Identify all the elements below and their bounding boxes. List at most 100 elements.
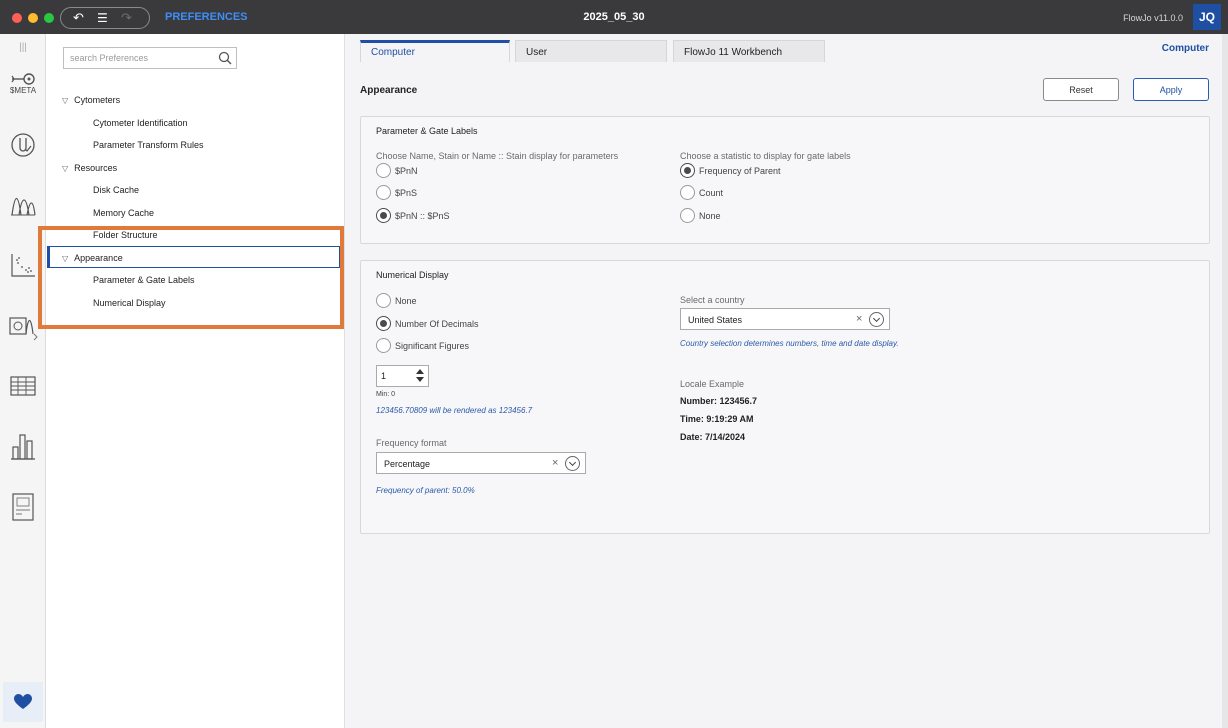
radio-label: Frequency of Parent <box>699 165 781 176</box>
rail-meta-label: $META <box>9 86 37 95</box>
chevron-down-icon[interactable] <box>869 312 884 327</box>
minimize-window-button[interactable] <box>28 13 38 23</box>
rail-item-report[interactable] <box>0 492 46 522</box>
tree-group-label: Appearance <box>74 253 123 263</box>
histogram-peaks-icon <box>11 197 36 216</box>
chevron-down-icon[interactable] <box>565 456 580 471</box>
bar-chart-icon <box>11 434 35 460</box>
tree-item-disk-cache[interactable]: Disk Cache <box>93 185 139 195</box>
radio-significant-figures[interactable]: Significant Figures <box>376 338 469 353</box>
collapse-triangle-icon[interactable]: ▽ <box>62 254 68 263</box>
radio-frequency-of-parent[interactable]: Frequency of Parent <box>680 163 781 178</box>
title-bar: ↶ ☰ ↷ PREFERENCES 2025_05_30 FlowJo v11.… <box>0 0 1228 34</box>
radio-button[interactable] <box>376 185 391 200</box>
tree-item-cytometer-identification[interactable]: Cytometer Identification <box>93 118 188 128</box>
locale-time: Time: 9:19:29 AM <box>680 414 754 424</box>
rail-item-charts[interactable] <box>0 431 46 461</box>
radio-none-numeric[interactable]: None <box>376 293 417 308</box>
parameter-gate-labels-panel: Parameter & Gate Labels Choose Name, Sta… <box>360 116 1210 244</box>
radio-label: $PnN <box>395 165 418 176</box>
parameter-name-prompt: Choose Name, Stain or Name :: Stain disp… <box>376 151 619 161</box>
collapse-triangle-icon[interactable]: ▽ <box>62 96 68 105</box>
redo-icon[interactable]: ↷ <box>121 10 132 26</box>
user-avatar[interactable]: JQ <box>1193 4 1221 30</box>
tree-item-parameter-transform-rules[interactable]: Parameter Transform Rules <box>93 140 204 150</box>
scope-label: Computer <box>1161 43 1209 54</box>
tab-user[interactable]: User <box>515 40 667 62</box>
radio-button[interactable] <box>376 293 391 308</box>
tree-group-cytometers[interactable]: ▽ Cytometers <box>62 95 120 105</box>
radio-label: Number Of Decimals <box>395 318 479 329</box>
search-icon[interactable] <box>218 51 232 65</box>
radio-number-of-decimals[interactable]: Number Of Decimals <box>376 316 479 331</box>
history-list-icon[interactable]: ☰ <box>97 10 108 26</box>
app-title[interactable]: PREFERENCES <box>165 11 248 23</box>
tree-group-appearance[interactable]: ▽ Appearance <box>62 253 123 263</box>
radio-label: $PnN :: $PnS <box>395 210 450 221</box>
radio-button-selected[interactable] <box>680 163 695 178</box>
clear-icon[interactable]: × <box>552 457 558 469</box>
rail-item-scatter[interactable] <box>0 252 46 278</box>
gate-stat-prompt: Choose a statistic to display for gate l… <box>680 151 851 161</box>
radio-button-selected[interactable] <box>376 316 391 331</box>
country-label: Select a country <box>680 295 745 305</box>
tree-group-resources[interactable]: ▽ Resources <box>62 163 117 173</box>
radio-button[interactable] <box>376 163 391 178</box>
zoom-window-button[interactable] <box>44 13 54 23</box>
tree-group-label: Cytometers <box>74 95 121 105</box>
heart-icon <box>14 694 32 709</box>
decimals-input[interactable] <box>377 366 413 386</box>
frequency-format-select[interactable]: Percentage × <box>376 452 586 474</box>
tree-item-numerical-display[interactable]: Numerical Display <box>93 298 166 308</box>
tree-item-parameter-gate-labels[interactable]: Parameter & Gate Labels <box>93 275 195 285</box>
rail-item-layout[interactable] <box>0 312 46 342</box>
radio-count[interactable]: Count <box>680 185 723 200</box>
tree-item-memory-cache[interactable]: Memory Cache <box>93 208 154 218</box>
stepper-down-icon[interactable] <box>416 377 424 382</box>
test-tube-icon <box>11 133 35 157</box>
apply-button[interactable]: Apply <box>1133 78 1209 101</box>
scatter-plot-icon <box>11 254 35 277</box>
radio-pnn-pns[interactable]: $PnN :: $PnS <box>376 208 450 223</box>
country-hint: Country selection determines numbers, ti… <box>680 339 899 348</box>
radio-button[interactable] <box>680 185 695 200</box>
rail-item-histograms[interactable] <box>0 191 46 217</box>
rail-item-table[interactable] <box>0 375 46 397</box>
search-box <box>63 47 237 69</box>
numerical-display-panel: Numerical Display None Number Of Decimal… <box>360 260 1210 534</box>
frequency-format-label: Frequency format <box>376 438 447 448</box>
favorites-button[interactable] <box>3 682 43 722</box>
min-label: Min: 0 <box>376 391 396 398</box>
radio-button-selected[interactable] <box>376 208 391 223</box>
country-select[interactable]: United States × <box>680 308 890 330</box>
radio-button[interactable] <box>376 338 391 353</box>
tab-flowjo-workbench[interactable]: FlowJo 11 Workbench <box>673 40 825 62</box>
meta-key-icon <box>11 73 35 85</box>
close-window-button[interactable] <box>12 13 22 23</box>
window-edge <box>1222 34 1228 728</box>
clear-icon[interactable]: × <box>856 313 862 325</box>
locale-example-title: Locale Example <box>680 379 745 389</box>
tree-item-folder-structure[interactable]: Folder Structure <box>93 230 158 240</box>
frequency-hint: Frequency of parent: 50.0% <box>376 486 475 495</box>
reset-button[interactable]: Reset <box>1043 78 1119 101</box>
undo-icon[interactable]: ↶ <box>73 10 84 26</box>
page-title: Appearance <box>360 85 418 96</box>
stepper-up-icon[interactable] <box>416 369 424 374</box>
radio-button[interactable] <box>680 208 695 223</box>
history-controls: ↶ ☰ ↷ <box>60 7 150 29</box>
stepper-arrows-icon[interactable] <box>416 369 424 383</box>
collapse-triangle-icon[interactable]: ▽ <box>62 164 68 173</box>
search-input[interactable] <box>64 48 214 68</box>
radio-none-stat[interactable]: None <box>680 208 721 223</box>
select-value: United States <box>688 315 743 325</box>
rail-item-samples[interactable] <box>0 132 46 158</box>
radio-pns[interactable]: $PnS <box>376 185 417 200</box>
tree-group-label: Resources <box>74 163 118 173</box>
radio-label: None <box>699 210 721 221</box>
decimals-stepper[interactable] <box>376 365 429 387</box>
tab-computer[interactable]: Computer <box>360 40 510 62</box>
radio-pnn[interactable]: $PnN <box>376 163 418 178</box>
table-icon <box>10 376 36 396</box>
rail-item-meta[interactable]: $META <box>0 72 46 95</box>
